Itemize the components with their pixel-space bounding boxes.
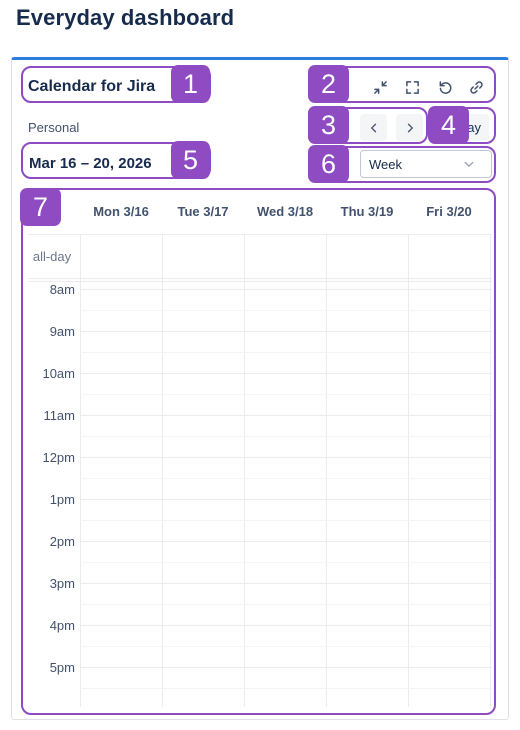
annotation-badge-1: 1 [171, 65, 210, 103]
calendar-name: Personal [28, 120, 80, 135]
annotation-badge-5: 5 [171, 141, 210, 179]
annotation-badge-4: 4 [428, 106, 469, 144]
annotation-badge-3: 3 [308, 106, 349, 144]
annotation-badge-7: 7 [20, 188, 61, 226]
annotation-badge-6: 6 [308, 145, 349, 183]
dashboard-title: Everyday dashboard [16, 5, 235, 30]
annotation-box-7 [21, 188, 496, 715]
annotation-badge-2: 2 [308, 65, 349, 103]
